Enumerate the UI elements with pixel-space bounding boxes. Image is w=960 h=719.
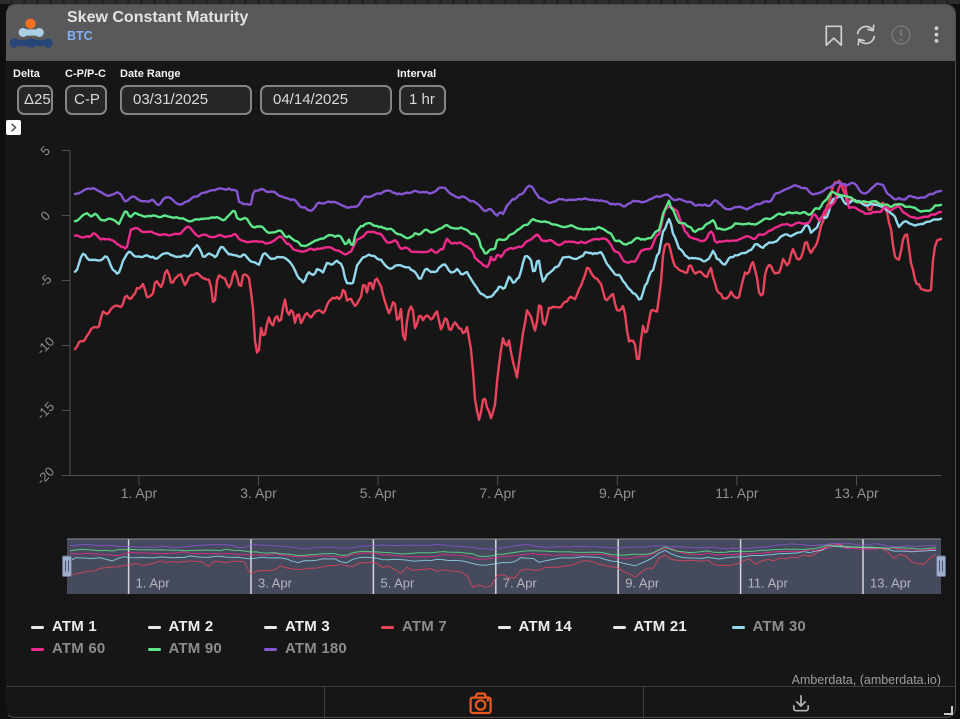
svg-text:9. Apr: 9. Apr	[625, 576, 660, 591]
svg-text:13. Apr: 13. Apr	[834, 485, 879, 501]
svg-text:-10: -10	[33, 334, 57, 358]
svg-text:5. Apr: 5. Apr	[380, 576, 415, 591]
svg-text:0: 0	[37, 208, 53, 224]
svg-text:3. Apr: 3. Apr	[240, 485, 277, 501]
svg-text:1. Apr: 1. Apr	[121, 485, 158, 501]
svg-text:7. Apr: 7. Apr	[479, 485, 516, 501]
svg-text:11. Apr: 11. Apr	[715, 485, 759, 501]
svg-text:-15: -15	[33, 399, 57, 423]
svg-text:1. Apr: 1. Apr	[136, 576, 171, 591]
svg-text:13. Apr: 13. Apr	[870, 576, 912, 591]
svg-text:-20: -20	[33, 464, 57, 488]
svg-text:-5: -5	[36, 271, 55, 290]
svg-text:5: 5	[37, 143, 53, 159]
svg-text:9. Apr: 9. Apr	[599, 485, 636, 501]
svg-text:11. Apr: 11. Apr	[748, 576, 789, 591]
svg-text:3. Apr: 3. Apr	[258, 576, 293, 591]
svg-text:5. Apr: 5. Apr	[360, 485, 397, 501]
